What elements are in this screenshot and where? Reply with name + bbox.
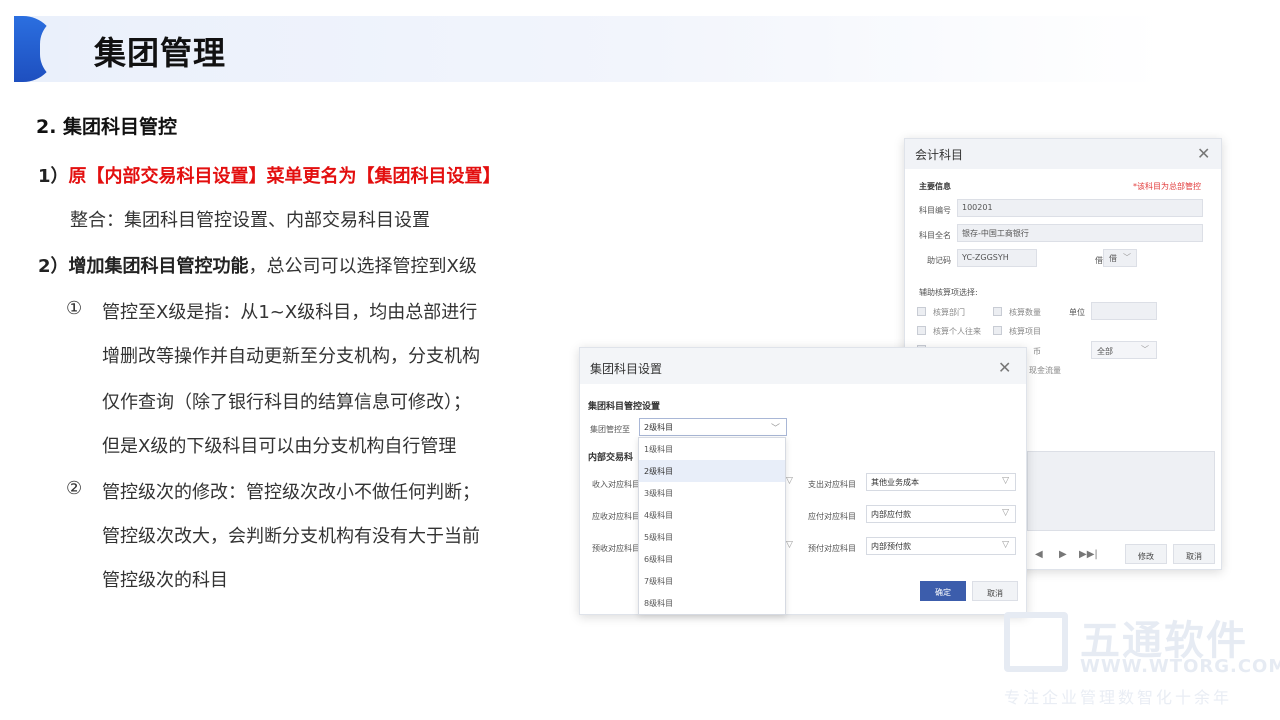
last-icon[interactable]: ▶▶|: [1079, 549, 1098, 560]
receivable-label: 应收对应科目: [592, 512, 640, 521]
filter-icon: ▽: [1002, 540, 1009, 550]
filter-icon: ▽: [786, 540, 793, 550]
account-dialog-title: 会计科目: [915, 148, 964, 162]
prepay-label: 预付对应科目: [808, 544, 856, 553]
circle-1-line: 仅作查询（除了银行科目的结算信息可修改）；: [102, 392, 471, 413]
chevron-down-icon: ﹀: [770, 424, 780, 434]
chevron-down-icon: ﹀: [1141, 345, 1149, 354]
dept-label: 核算部门: [933, 308, 965, 317]
code-field[interactable]: 100201: [957, 199, 1203, 217]
watermark-logo-icon: [1004, 612, 1068, 672]
filter-icon: ▽: [786, 476, 793, 486]
modify-button[interactable]: 修改: [1125, 544, 1167, 564]
unit-label: 单位: [1069, 308, 1085, 317]
point-2-rest: ，总公司可以选择管控到X级: [248, 256, 477, 277]
income-label: 收入对应科目: [592, 480, 640, 489]
expense-value: 其他业务成本: [871, 478, 919, 487]
dropdown-option[interactable]: 3级科目: [639, 482, 785, 504]
ok-button[interactable]: 确定: [920, 581, 966, 601]
circle-2-line: 管控级次的科目: [102, 570, 228, 591]
watermark-tagline: 专注企业管理数智化十余年: [1004, 688, 1233, 707]
name-field[interactable]: 银存-中国工商银行: [957, 224, 1203, 242]
circle-1-mark: ①: [66, 298, 83, 319]
currency-label: 币: [1033, 347, 1041, 356]
dropdown-option[interactable]: 6级科目: [639, 548, 785, 570]
prev-icon[interactable]: ◀: [1035, 549, 1043, 560]
dropdown-option[interactable]: 1级科目: [639, 438, 785, 460]
main-info-label: 主要信息: [919, 182, 951, 191]
control-section-label: 集团科目管控设置: [588, 402, 661, 412]
person-label: 核算个人往来: [933, 327, 981, 336]
circle-1-line: 但是X级的下级科目可以由分支机构自行管理: [102, 436, 457, 457]
control-level-value: 2级科目: [644, 423, 674, 432]
currency-value: 全部: [1097, 347, 1113, 356]
dropdown-option[interactable]: 4级科目: [639, 504, 785, 526]
page-title: 集团管理: [94, 34, 227, 72]
circle-2-mark: ②: [66, 478, 83, 499]
qty-checkbox[interactable]: [993, 307, 1002, 316]
circle-1-line: 增删改等操作并自动更新至分支机构，分支机构: [102, 346, 480, 367]
close-icon[interactable]: ✕: [998, 358, 1011, 377]
point-2-bold: 增加集团科目管控功能: [68, 256, 249, 277]
person-checkbox[interactable]: [917, 326, 926, 335]
cancel-button[interactable]: 取消: [972, 581, 1018, 601]
control-level-dropdown: 1级科目 2级科目 3级科目 4级科目 5级科目 6级科目 7级科目 8级科目: [638, 437, 786, 615]
point-1-number: 1）: [38, 166, 69, 187]
prereceive-label: 预收对应科目: [592, 544, 640, 553]
filter-icon: ▽: [1002, 476, 1009, 486]
expense-field[interactable]: 其他业务成本 ▽: [866, 473, 1016, 491]
code-label: 科目编号: [919, 206, 951, 215]
close-icon[interactable]: ✕: [1197, 144, 1210, 163]
next-icon[interactable]: ▶: [1059, 549, 1067, 560]
point-2: 2）增加集团科目管控功能，总公司可以选择管控到X级: [38, 252, 477, 278]
circle-2-line: 管控级次改大，会判断分支机构有没有大于当前: [102, 526, 480, 547]
control-level-select[interactable]: 2级科目 ﹀: [639, 418, 787, 436]
dropdown-option[interactable]: 7级科目: [639, 570, 785, 592]
dept-checkbox[interactable]: [917, 307, 926, 316]
point-1: 1）原【内部交易科目设置】菜单更名为【集团科目设置】: [38, 162, 501, 188]
memo-field[interactable]: YC-ZGGSYH: [957, 249, 1037, 267]
payable-field[interactable]: 内部应付款 ▽: [866, 505, 1016, 523]
internal-section-label: 内部交易科: [588, 453, 634, 463]
hq-control-note: *该科目为总部管控: [1133, 182, 1201, 191]
dropdown-option[interactable]: 5级科目: [639, 526, 785, 548]
dropdown-option[interactable]: 8级科目: [639, 592, 785, 614]
circle-2-line: 管控级次的修改：管控级次改小不做任何判断；: [102, 482, 480, 503]
chevron-down-icon: ﹀: [1123, 253, 1131, 262]
point-1-text: 原【内部交易科目设置】菜单更名为【集团科目设置】: [68, 166, 501, 187]
point-2-number: 2）: [38, 256, 69, 277]
back-cancel-button[interactable]: 取消: [1173, 544, 1215, 564]
control-level-label: 集团管控至: [590, 425, 630, 434]
cashflow-label: 现金流量: [1029, 366, 1061, 375]
project-checkbox[interactable]: [993, 326, 1002, 335]
notes-area[interactable]: [1027, 451, 1215, 531]
unit-field[interactable]: [1091, 302, 1157, 320]
aux-label: 辅助核算项选择:: [919, 288, 978, 297]
circle-1-line: 管控至X级是指：从1~X级科目，均由总部进行: [102, 302, 478, 323]
project-label: 核算项目: [1009, 327, 1041, 336]
payable-value: 内部应付款: [871, 510, 911, 519]
memo-label: 助记码: [927, 256, 951, 265]
dropdown-option-selected[interactable]: 2级科目: [639, 460, 785, 482]
watermark-url: WWW.WTORG.COM: [1080, 656, 1280, 677]
qty-label: 核算数量: [1009, 308, 1041, 317]
section-title: 2. 集团科目管控: [36, 116, 178, 138]
filter-icon: ▽: [1002, 508, 1009, 518]
direction-value: 借: [1109, 254, 1117, 263]
group-account-dialog-title: 集团科目设置: [590, 362, 663, 376]
name-label: 科目全名: [919, 231, 951, 240]
payable-label: 应付对应科目: [808, 512, 856, 521]
prepay-value: 内部预付款: [871, 542, 911, 551]
prepay-field[interactable]: 内部预付款 ▽: [866, 537, 1016, 555]
point-1-subtext: 整合：集团科目管控设置、内部交易科目设置: [70, 210, 430, 231]
expense-label: 支出对应科目: [808, 480, 856, 489]
